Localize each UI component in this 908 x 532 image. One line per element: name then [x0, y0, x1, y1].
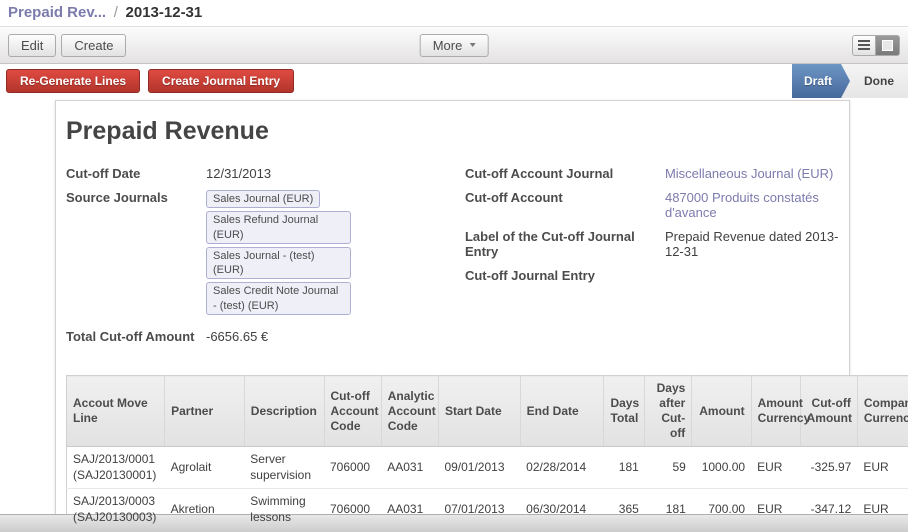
- column-header-move-line[interactable]: Accout Move Line: [67, 376, 165, 447]
- cutoff-account-label: Cut-off Account: [465, 190, 665, 220]
- form-sheet: Prepaid Revenue Cut-off Date 12/31/2013 …: [55, 100, 850, 532]
- list-view-button[interactable]: [852, 35, 876, 56]
- column-header-partner[interactable]: Partner: [165, 376, 245, 447]
- statusbar: Draft Done: [792, 64, 908, 98]
- more-dropdown: More: [420, 34, 489, 57]
- status-step-draft[interactable]: Draft: [792, 64, 850, 98]
- form-view-icon: [882, 40, 893, 51]
- cutoff-date-value: 12/31/2013: [206, 166, 465, 181]
- field-total-cutoff-amount: Total Cut-off Amount -6656.65 €: [66, 329, 465, 344]
- column-header-amount[interactable]: Amount: [692, 376, 751, 447]
- column-header-amount-currency[interactable]: Amount Currency: [751, 376, 800, 447]
- field-cutoff-journal-entry: Cut-off Journal Entry: [465, 268, 839, 283]
- column-header-description[interactable]: Description: [244, 376, 324, 447]
- cutoff-journal-entry-value: [665, 268, 839, 283]
- field-entry-label: Label of the Cut-off Journal Entry Prepa…: [465, 229, 839, 259]
- action-bar: Re-Generate Lines Create Journal Entry D…: [0, 64, 908, 98]
- journal-tag[interactable]: Sales Credit Note Journal - (test) (EUR): [206, 282, 351, 315]
- total-cutoff-amount-value: -6656.65 €: [206, 329, 465, 344]
- cell-company-currency[interactable]: EUR: [857, 447, 908, 489]
- journal-tag[interactable]: Sales Refund Journal (EUR): [206, 211, 351, 244]
- column-header-cutoff-amount[interactable]: Cut-off Amount: [800, 376, 857, 447]
- page-title: Prepaid Revenue: [66, 117, 839, 146]
- journal-tag[interactable]: Sales Journal (EUR): [206, 190, 320, 208]
- more-button[interactable]: More: [420, 34, 489, 57]
- cutoff-account-journal-label: Cut-off Account Journal: [465, 166, 665, 181]
- cell-move-line[interactable]: SAJ/2013/0001 (SAJ20130001): [67, 447, 165, 489]
- field-cutoff-account: Cut-off Account 487000 Produits constaté…: [465, 190, 839, 220]
- field-cutoff-date: Cut-off Date 12/31/2013: [66, 166, 465, 181]
- entry-label-value: Prepaid Revenue dated 2013-12-31: [665, 229, 839, 259]
- breadcrumb: Prepaid Rev... / 2013-12-31: [0, 0, 908, 26]
- cutoff-lines-table: Accout Move Line Partner Description Cut…: [66, 375, 908, 532]
- cutoff-account-link[interactable]: 487000 Produits constatés d'avance: [665, 190, 839, 220]
- list-view-icon: [858, 40, 870, 50]
- cell-description[interactable]: Server supervision: [244, 447, 324, 489]
- field-group-left: Cut-off Date 12/31/2013 Source Journals …: [66, 166, 465, 353]
- entry-label-label: Label of the Cut-off Journal Entry: [465, 229, 665, 259]
- cell-analytic-code[interactable]: AA031: [381, 447, 438, 489]
- column-header-start-date[interactable]: Start Date: [438, 376, 520, 447]
- source-journals-label: Source Journals: [66, 190, 206, 315]
- breadcrumb-current: 2013-12-31: [126, 4, 203, 21]
- main-content: Prepaid Revenue Cut-off Date 12/31/2013 …: [0, 100, 908, 514]
- field-group-right: Cut-off Account Journal Miscellaneous Jo…: [465, 166, 839, 353]
- cell-amount[interactable]: 1000.00: [692, 447, 751, 489]
- cell-start-date[interactable]: 09/01/2013: [438, 447, 520, 489]
- cutoff-date-label: Cut-off Date: [66, 166, 206, 181]
- column-header-days-after[interactable]: Days after Cut-off: [645, 376, 692, 447]
- more-button-label: More: [433, 38, 463, 53]
- cell-days-after[interactable]: 59: [645, 447, 692, 489]
- field-cutoff-account-journal: Cut-off Account Journal Miscellaneous Jo…: [465, 166, 839, 181]
- cell-amount-currency[interactable]: EUR: [751, 447, 800, 489]
- app-window: Prepaid Rev... / 2013-12-31 Edit Create …: [0, 0, 908, 532]
- breadcrumb-parent[interactable]: Prepaid Rev...: [8, 4, 106, 21]
- cell-end-date[interactable]: 02/28/2014: [520, 447, 604, 489]
- field-source-journals: Source Journals Sales Journal (EUR) Sale…: [66, 190, 465, 315]
- cell-move-line[interactable]: SAJ/2013/0003 (SAJ20130003): [67, 489, 165, 531]
- cell-partner[interactable]: Agrolait: [165, 447, 245, 489]
- column-header-account-code[interactable]: Cut-off Account Code: [324, 376, 381, 447]
- cutoff-journal-entry-label: Cut-off Journal Entry: [465, 268, 665, 283]
- cell-cutoff-amount[interactable]: -325.97: [800, 447, 857, 489]
- create-button[interactable]: Create: [61, 34, 126, 57]
- table-row[interactable]: SAJ/2013/0001 (SAJ20130001) Agrolait Ser…: [67, 447, 908, 489]
- status-step-done[interactable]: Done: [850, 64, 908, 98]
- source-journals-tags: Sales Journal (EUR) Sales Refund Journal…: [206, 190, 465, 315]
- column-header-end-date[interactable]: End Date: [520, 376, 604, 447]
- edit-button[interactable]: Edit: [8, 34, 56, 57]
- table-header-row: Accout Move Line Partner Description Cut…: [67, 376, 908, 447]
- breadcrumb-separator: /: [114, 4, 118, 21]
- column-header-company-currency[interactable]: Company Currency: [857, 376, 908, 447]
- column-header-days-total[interactable]: Days Total: [604, 376, 645, 447]
- chevron-down-icon: [469, 43, 475, 47]
- create-journal-entry-button[interactable]: Create Journal Entry: [148, 69, 294, 93]
- cell-account-code[interactable]: 706000: [324, 447, 381, 489]
- cell-days-total[interactable]: 181: [604, 447, 645, 489]
- view-switcher: [852, 35, 900, 56]
- cutoff-account-journal-link[interactable]: Miscellaneous Journal (EUR): [665, 166, 839, 181]
- total-cutoff-amount-label: Total Cut-off Amount: [66, 329, 206, 344]
- control-toolbar: Edit Create More: [0, 26, 908, 64]
- form-view-button[interactable]: [876, 35, 900, 56]
- journal-tag[interactable]: Sales Journal - (test) (EUR): [206, 247, 351, 280]
- column-header-analytic-code[interactable]: Analytic Account Code: [381, 376, 438, 447]
- regenerate-lines-button[interactable]: Re-Generate Lines: [6, 69, 140, 93]
- field-groups: Cut-off Date 12/31/2013 Source Journals …: [66, 166, 839, 353]
